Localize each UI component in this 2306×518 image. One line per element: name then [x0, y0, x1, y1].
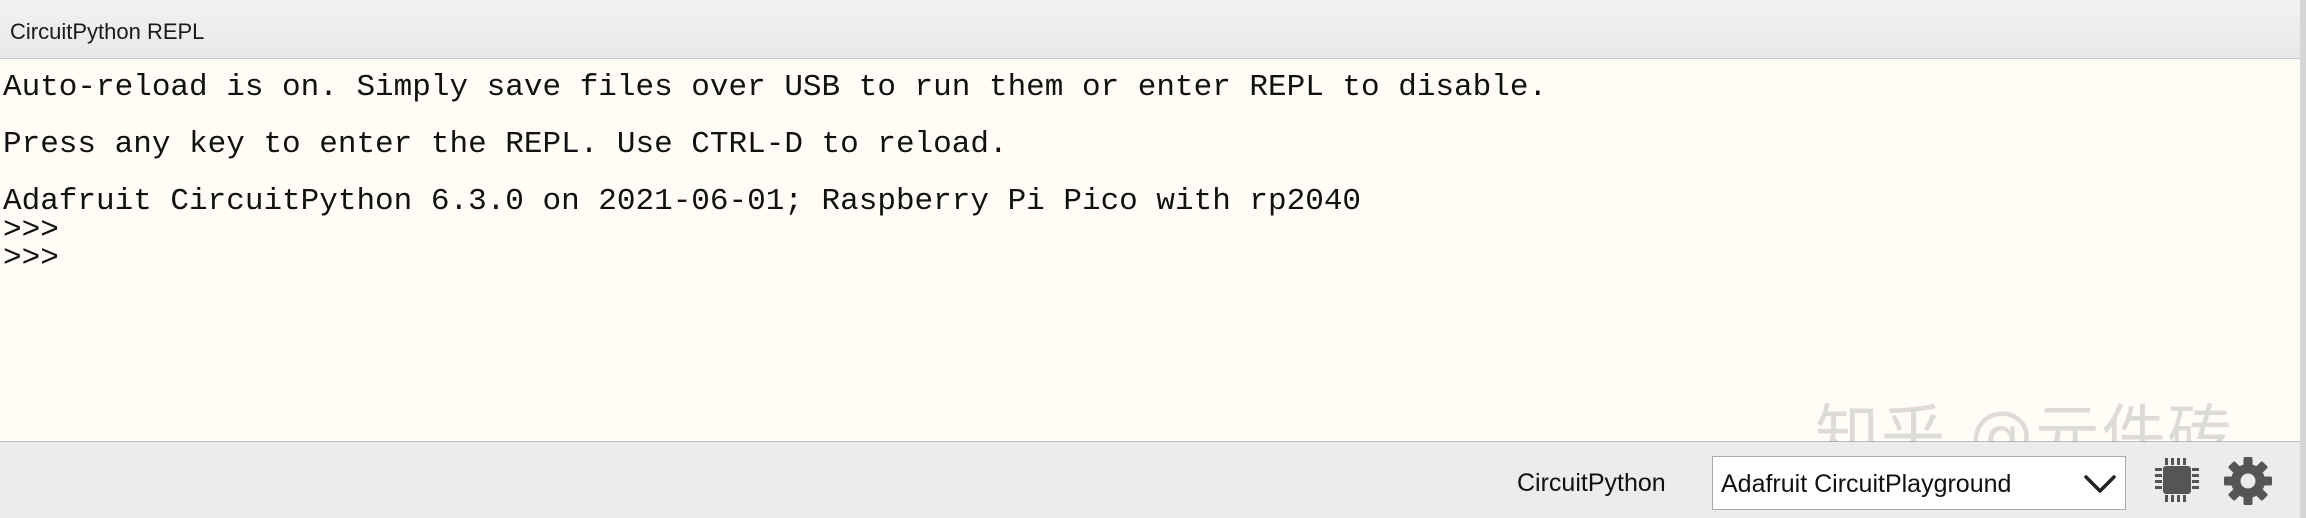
console-line: Adafruit CircuitPython 6.3.0 on 2021-06-…	[3, 184, 1362, 219]
status-bar: CircuitPython Adafruit CircuitPlayground	[0, 442, 2300, 518]
window-edge	[2300, 0, 2306, 518]
console-line: Press any key to enter the REPL. Use CTR…	[3, 127, 1008, 162]
console-line: Auto-reload is on. Simply save files ove…	[3, 70, 1548, 105]
board-select-value: Adafruit CircuitPlayground	[1721, 470, 2012, 498]
console-prompt: >>>	[3, 241, 59, 276]
chip-icon[interactable]	[2153, 456, 2201, 504]
title-bar: CircuitPython REPL	[0, 0, 2306, 59]
gear-icon[interactable]	[2223, 456, 2273, 506]
board-select[interactable]: Adafruit CircuitPlayground	[1712, 456, 2126, 510]
app-window: CircuitPython REPL Auto-reload is on. Si…	[0, 0, 2306, 518]
window-title: CircuitPython REPL	[10, 19, 205, 44]
mode-label[interactable]: CircuitPython	[1517, 469, 1666, 498]
chevron-down-icon	[2084, 475, 2116, 493]
repl-console[interactable]: Auto-reload is on. Simply save files ove…	[0, 59, 2300, 442]
